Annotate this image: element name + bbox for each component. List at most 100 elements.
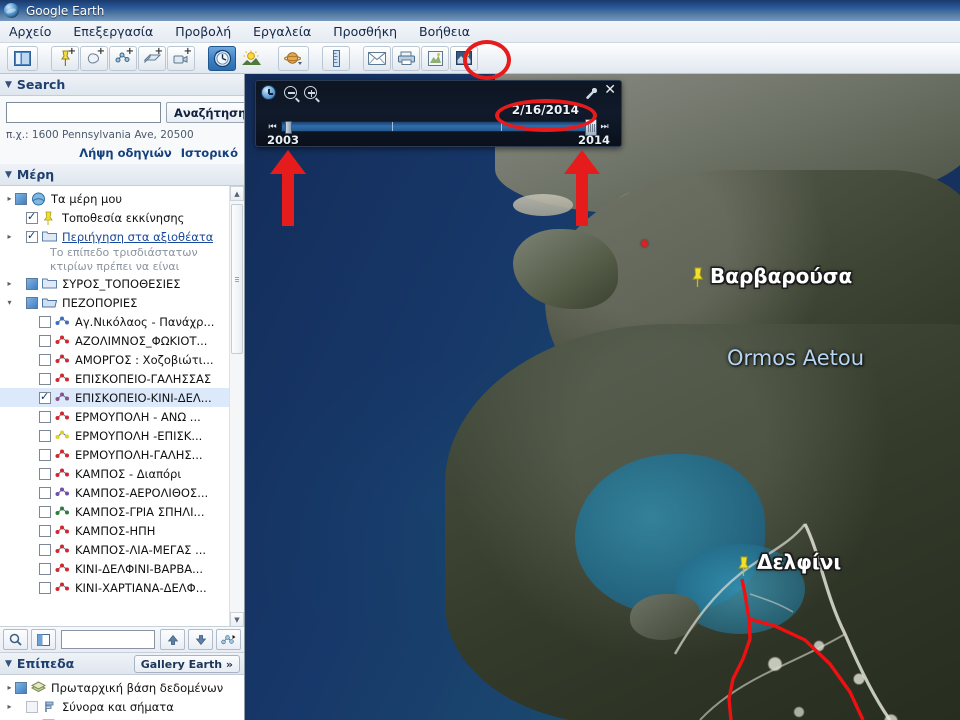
- print-button[interactable]: [392, 45, 420, 71]
- visibility-checkbox[interactable]: [39, 410, 51, 423]
- tree-row-my-places[interactable]: ▸ Τα μέρη μου: [0, 189, 244, 208]
- step-forward-icon[interactable]: ⏭: [598, 120, 611, 133]
- visibility-checkbox[interactable]: [39, 505, 51, 518]
- toggle-sidebar-button[interactable]: [7, 45, 38, 71]
- places-panel-header[interactable]: ▼ Μέρη: [0, 164, 244, 186]
- gallery-earth-button[interactable]: Gallery Earth »: [133, 655, 240, 673]
- visibility-checkbox[interactable]: [26, 229, 38, 243]
- list-item[interactable]: ΕΡΜΟΥΠΟΛΗ -ΕΠΙΣΚ...: [0, 426, 244, 445]
- places-tree-container[interactable]: ▸ Τα μέρη μου ✓ Τοποθεσία εκκίνησης ▸ ✓ …: [0, 186, 244, 627]
- visibility-checkbox[interactable]: [39, 448, 51, 461]
- red-dot-marker[interactable]: [641, 240, 648, 247]
- visibility-checkbox[interactable]: [39, 334, 51, 347]
- scroll-down-arrow-icon[interactable]: ▼: [230, 612, 244, 626]
- close-icon[interactable]: ✕: [604, 83, 616, 97]
- tree-row-borders-labels[interactable]: ▸ Σύνορα και σήματα: [0, 697, 244, 716]
- visibility-checkbox[interactable]: [26, 210, 38, 224]
- search-panel-header[interactable]: ▼ Search: [0, 74, 244, 96]
- menu-item-tools[interactable]: Εργαλεία: [242, 22, 322, 41]
- places-filter-input[interactable]: [61, 630, 155, 649]
- map-viewport[interactable]: Βαρβαρούσα Ormos Aetou Δελφίνι: [245, 74, 960, 720]
- historical-imagery-time-slider[interactable]: ✕ 2/16/2014 ⏮ ⏭ 2003 2014: [255, 80, 622, 147]
- visibility-checkbox[interactable]: [15, 192, 27, 205]
- clock-icon[interactable]: [261, 85, 276, 100]
- add-image-overlay-button[interactable]: +: [138, 45, 166, 71]
- historical-imagery-button[interactable]: [208, 45, 236, 71]
- time-slider-rail[interactable]: [281, 119, 597, 136]
- visibility-checkbox[interactable]: [39, 353, 51, 366]
- menu-item-view[interactable]: Προβολή: [164, 22, 242, 41]
- visibility-checkbox[interactable]: [26, 700, 38, 713]
- placemark-pin-delfini[interactable]: [737, 556, 750, 576]
- list-item[interactable]: ΕΠΙΣΚΟΠΕΙΟ-ΓΑΛΗΣΣΑΣ: [0, 369, 244, 388]
- play-tour-icon[interactable]: [216, 629, 241, 650]
- arrow-up-icon[interactable]: [160, 629, 185, 650]
- visibility-checkbox[interactable]: [39, 543, 51, 556]
- sunlight-button[interactable]: [237, 46, 265, 71]
- save-image-button[interactable]: [421, 45, 449, 71]
- visibility-checkbox[interactable]: [39, 315, 51, 328]
- record-tour-button[interactable]: +: [167, 45, 195, 71]
- tree-row-places[interactable]: Μέρη: [0, 716, 244, 720]
- tree-row-syros-topothesies[interactable]: ▸ ΣΥΡΟΣ_ΤΟΠΟΘΕΣΙΕΣ: [0, 274, 244, 293]
- visibility-checkbox[interactable]: [39, 486, 51, 499]
- add-placemark-button[interactable]: +: [51, 45, 79, 71]
- zoom-out-icon[interactable]: [284, 86, 297, 99]
- layers-panel-header[interactable]: ▼ Επίπεδα Gallery Earth »: [0, 653, 244, 675]
- tree-row-start-location[interactable]: Τοποθεσία εκκίνησης: [0, 208, 244, 227]
- list-item[interactable]: ΑΜΟΡΓΟΣ : Χοζοβιώτι...: [0, 350, 244, 369]
- list-item[interactable]: ΚΑΜΠΟΣ-ΛΙΑ-ΜΕΓΑΣ ...: [0, 540, 244, 559]
- visibility-checkbox[interactable]: [15, 681, 27, 694]
- scroll-up-arrow-icon[interactable]: ▲: [230, 186, 244, 201]
- list-item[interactable]: ΑΖΟΛΙΜΝΟΣ_ΦΩΚΙΟΤ...: [0, 331, 244, 350]
- visibility-checkbox[interactable]: [39, 562, 51, 575]
- collapse-twisty-icon[interactable]: ▾: [4, 298, 15, 307]
- step-back-icon[interactable]: ⏮: [266, 120, 279, 133]
- get-directions-link[interactable]: Λήψη οδηγιών: [79, 146, 172, 160]
- list-item[interactable]: ΕΡΜΟΥΠΟΛΗ - ΑΝΩ ...: [0, 407, 244, 426]
- tree-row-sightseeing-tour[interactable]: ▸ Περιήγηση στα αξιοθέατα: [0, 227, 244, 246]
- search-button[interactable]: Αναζήτηση: [166, 102, 244, 123]
- expand-twisty-icon[interactable]: ▸: [4, 279, 15, 288]
- ruler-button[interactable]: [322, 45, 350, 71]
- magnifier-icon[interactable]: [3, 629, 28, 650]
- search-input[interactable]: [6, 102, 161, 123]
- wrench-icon[interactable]: [585, 85, 598, 99]
- visibility-checkbox[interactable]: [39, 524, 51, 537]
- add-path-button[interactable]: +: [109, 45, 137, 71]
- list-item[interactable]: ΚΑΜΠΟΣ-ΓΡΙΑ ΣΠΗΛΙ...: [0, 502, 244, 521]
- placemark-pin-varvarousa[interactable]: [691, 267, 704, 287]
- split-view-icon[interactable]: [31, 629, 56, 650]
- expand-twisty-icon[interactable]: ▸: [4, 232, 15, 241]
- menu-item-add[interactable]: Προσθήκη: [322, 22, 408, 41]
- list-item-selected[interactable]: ΕΠΙΣΚΟΠΕΙΟ-ΚΙΝΙ-ΔΕΛ...: [0, 388, 244, 407]
- tree-row-label[interactable]: Περιήγηση στα αξιοθέατα: [62, 230, 213, 244]
- menu-item-file[interactable]: Αρχείο: [0, 22, 62, 41]
- planet-switcher-button[interactable]: [278, 45, 309, 71]
- visibility-checkbox[interactable]: [39, 429, 51, 442]
- tree-row-pezopories[interactable]: ▾ ΠΕΖΟΠΟΡΙΕΣ: [0, 293, 244, 312]
- list-item[interactable]: ΚΙΝΙ-ΧΑΡΤΙΑΝΑ-ΔΕΛΦ...: [0, 578, 244, 597]
- list-item[interactable]: ΕΡΜΟΥΠΟΛΗ-ΓΑΛΗΣ...: [0, 445, 244, 464]
- email-button[interactable]: [363, 45, 391, 71]
- history-link[interactable]: Ιστορικό: [181, 146, 238, 160]
- arrow-down-icon[interactable]: [188, 629, 213, 650]
- add-polygon-button[interactable]: +: [80, 45, 108, 71]
- scrollbar-thumb[interactable]: [231, 204, 243, 354]
- visibility-checkbox[interactable]: [39, 581, 51, 594]
- visibility-checkbox[interactable]: [39, 467, 51, 480]
- menu-item-help[interactable]: Βοήθεια: [408, 22, 481, 41]
- menu-item-edit[interactable]: Επεξεργασία: [62, 22, 164, 41]
- tree-row-primary-database[interactable]: ▸ Πρωταρχική βάση δεδομένων: [0, 678, 244, 697]
- visibility-checkbox[interactable]: [39, 390, 51, 404]
- list-item[interactable]: ΚΑΜΠΟΣ-ΗΠΗ: [0, 521, 244, 540]
- visibility-checkbox[interactable]: [39, 372, 51, 385]
- expand-twisty-icon[interactable]: ▸: [4, 702, 15, 711]
- visibility-checkbox[interactable]: [26, 296, 38, 309]
- zoom-in-icon[interactable]: [304, 86, 317, 99]
- view-in-maps-button[interactable]: [450, 45, 478, 71]
- list-item[interactable]: ΚΑΜΠΟΣ - Διαπόρι: [0, 464, 244, 483]
- list-item[interactable]: Αγ.Νικόλαος - Πανάχρ...: [0, 312, 244, 331]
- list-item[interactable]: ΚΙΝΙ-ΔΕΛΦΙΝΙ-ΒΑΡΒΑ...: [0, 559, 244, 578]
- places-tree-scrollbar[interactable]: ▲ ▼: [229, 186, 244, 626]
